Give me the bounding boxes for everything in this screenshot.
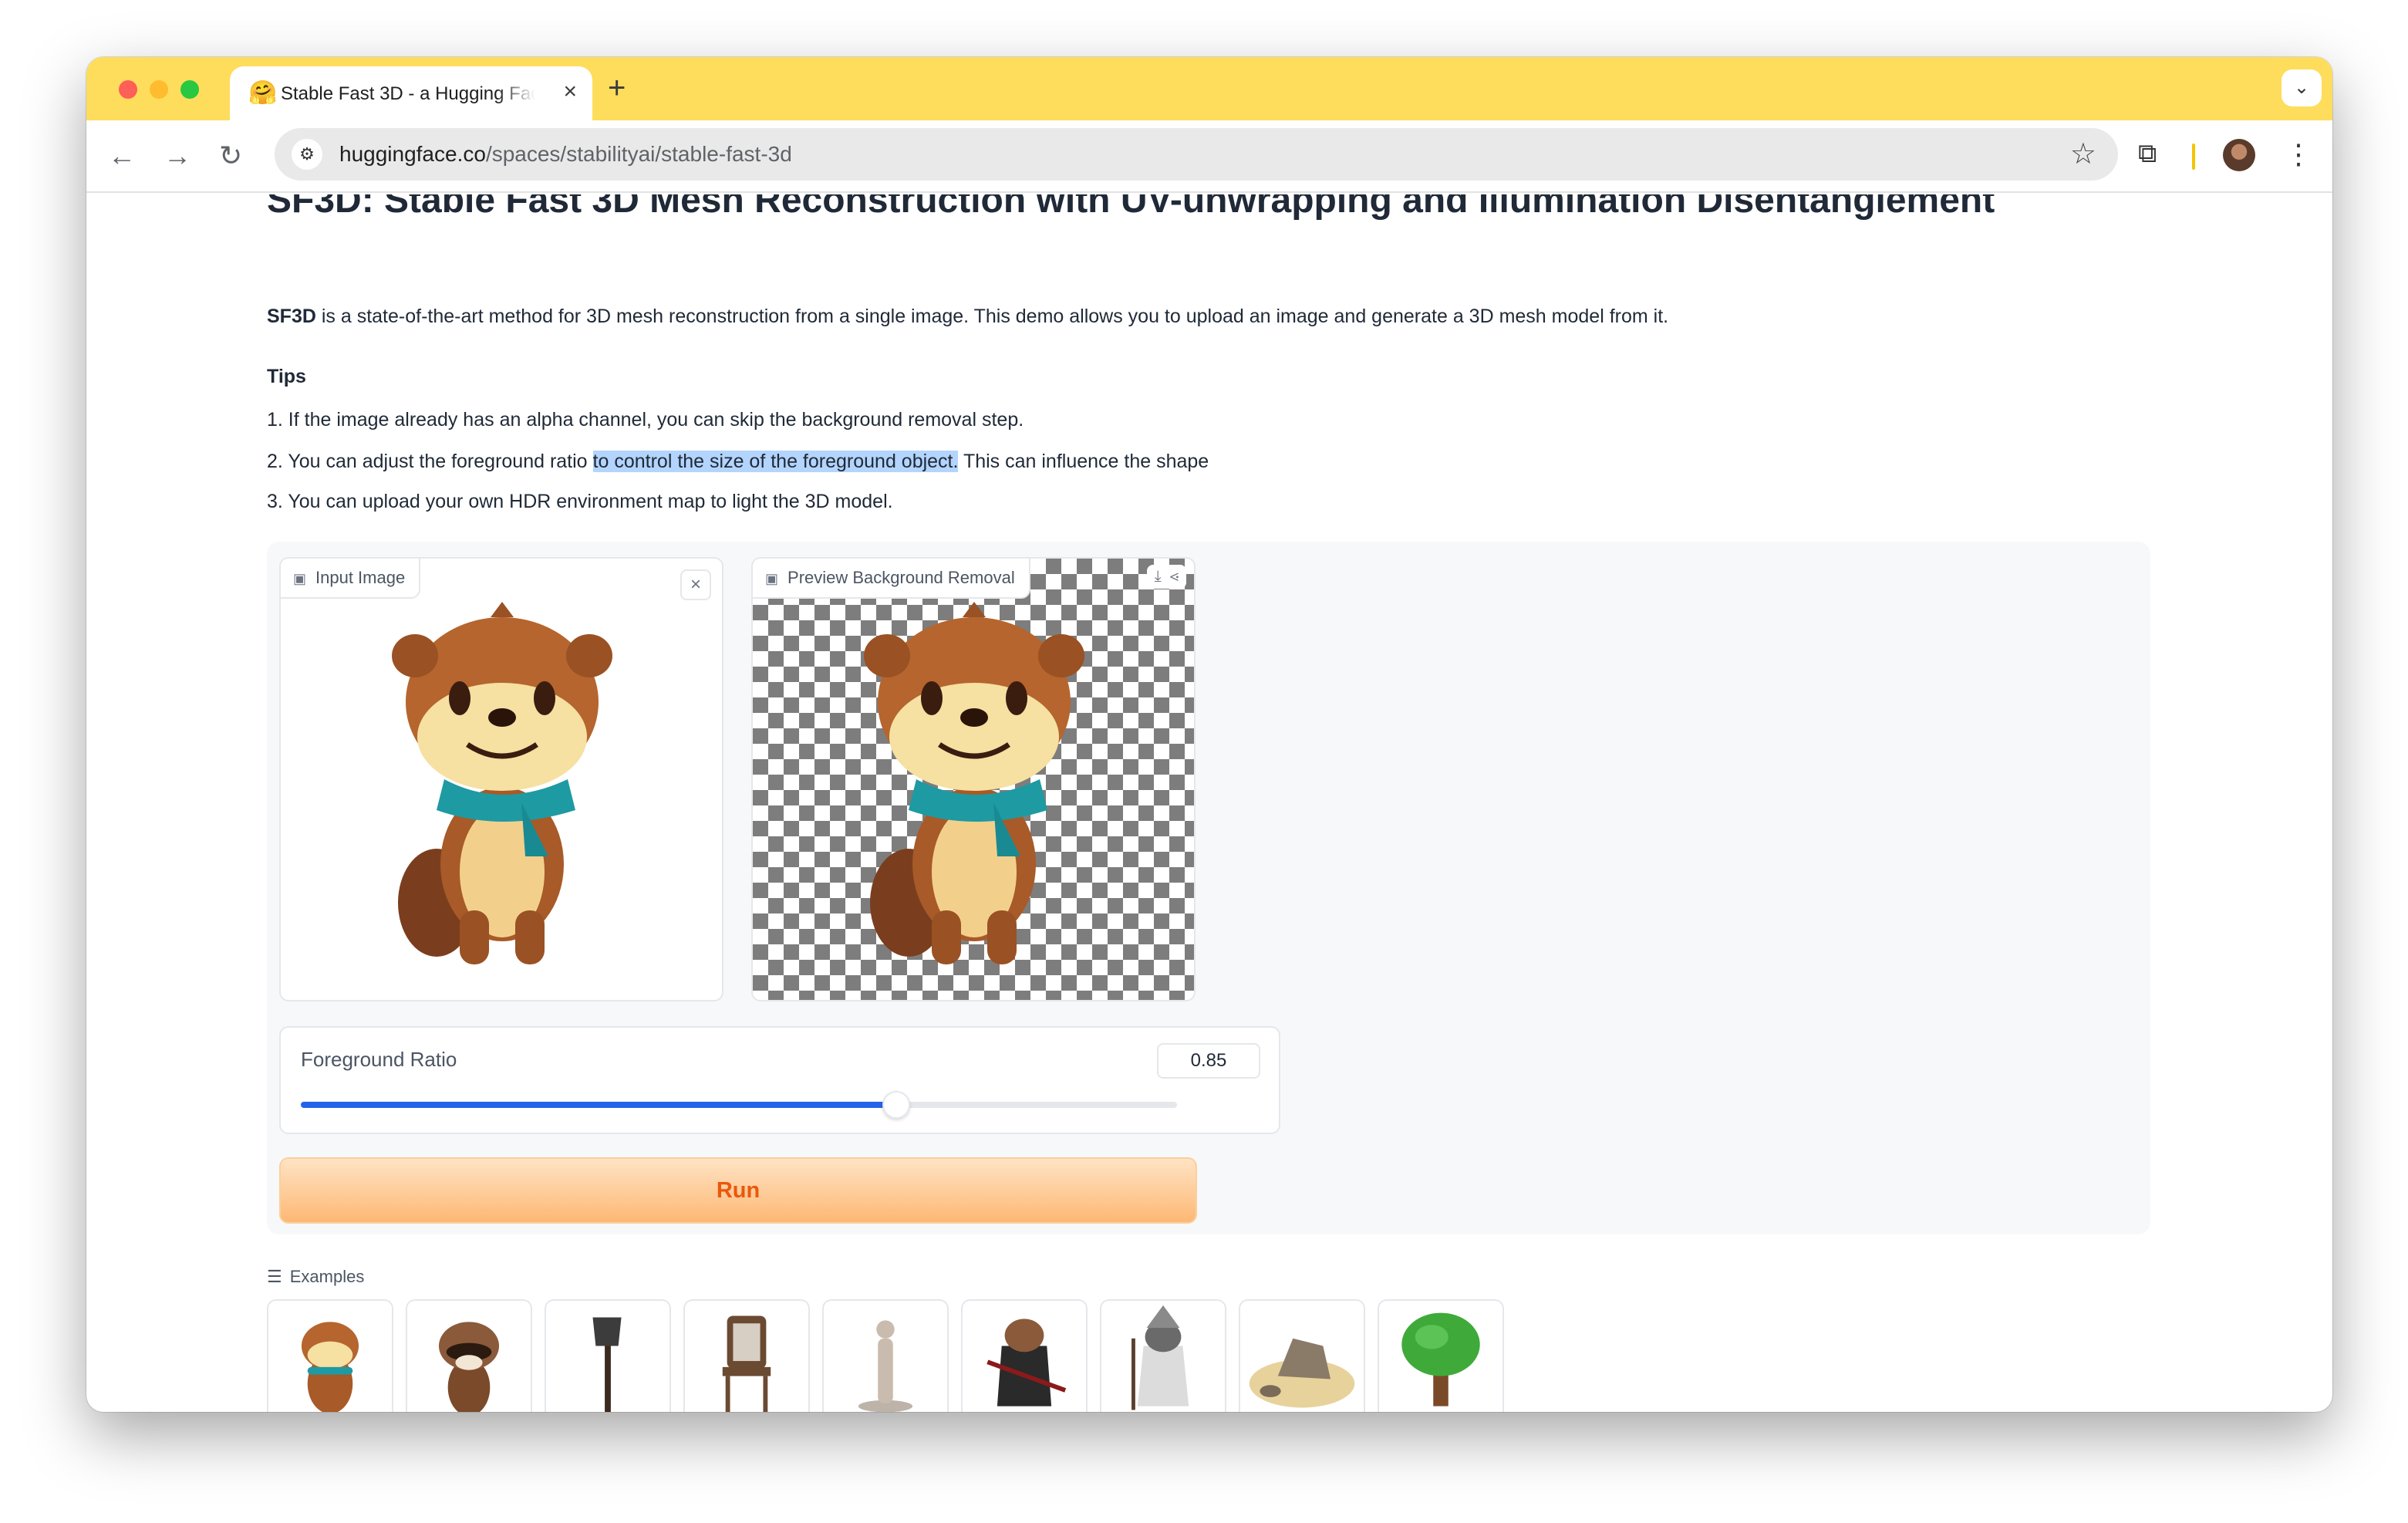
hugging-face-favicon-icon: 🤗: [248, 80, 278, 106]
address-bar[interactable]: ⚙ huggingface.co/spaces/stabilityai/stab…: [275, 128, 2118, 181]
browser-toolbar: ← → ↻ ⚙ huggingface.co/spaces/stabilitya…: [86, 120, 2332, 193]
tab-search-chevron-icon[interactable]: ⌄: [2282, 69, 2322, 106]
example-wizard-raccoon-image: [1131, 1305, 1189, 1410]
example-thumb[interactable]: [961, 1299, 1088, 1412]
extensions-puzzle-icon[interactable]: ⧉: [2138, 139, 2157, 169]
share-icon[interactable]: ⋖: [1170, 568, 1179, 585]
minimize-window-button[interactable]: [150, 80, 168, 99]
input-image-label-text: Input Image: [315, 568, 406, 587]
input-image-box[interactable]: ▣ Input Image ×: [279, 557, 723, 1001]
example-thumb[interactable]: [1239, 1299, 1365, 1412]
intro-text: SF3D is a state-of-the-art method for 3D…: [267, 306, 1668, 328]
example-thumb[interactable]: [1100, 1299, 1226, 1412]
tab-close-icon[interactable]: ×: [563, 80, 577, 103]
clear-image-close-icon[interactable]: ×: [680, 569, 711, 600]
intro-rest: is a state-of-the-art method for 3D mesh…: [315, 306, 1669, 327]
example-thumb[interactable]: [406, 1299, 532, 1412]
url-text: huggingface.co/spaces/stabilityai/stable…: [339, 142, 792, 167]
foreground-ratio-label: Foreground Ratio: [301, 1048, 457, 1071]
page-heading: SF3D: Stable Fast 3D Mesh Reconstruction…: [267, 194, 1995, 221]
example-thumb[interactable]: [1378, 1299, 1504, 1412]
otter-image: [392, 602, 612, 964]
otter-preview-image: [864, 602, 1084, 964]
forward-arrow-icon[interactable]: →: [164, 137, 191, 174]
example-thumb[interactable]: [822, 1299, 949, 1412]
example-samurai-otter-image: [986, 1319, 1067, 1406]
preview-background-removal-box: ▣ Preview Background Removal ⤓ ⋖: [751, 557, 1196, 1001]
examples-label-text: Examples: [289, 1267, 365, 1286]
example-thumb[interactable]: [545, 1299, 671, 1412]
example-thumb[interactable]: [267, 1299, 393, 1412]
slider-fill: [301, 1102, 897, 1108]
preview-label-text: Preview Background Removal: [787, 568, 1015, 587]
tip-2-pre: 2. You can adjust the foreground ratio: [267, 451, 593, 472]
example-tree-image: [1401, 1312, 1480, 1406]
preview-actions: ⤓ ⋖: [1146, 565, 1186, 589]
tip-2-selection: to control the size of the foreground ob…: [592, 451, 959, 472]
page-content: SF3D: Stable Fast 3D Mesh Reconstruction…: [86, 194, 2332, 1412]
tip-1: 1. If the image already has an alpha cha…: [267, 409, 1024, 431]
title-bar: 🤗 Stable Fast 3D - a Hugging Face Space …: [86, 57, 2332, 120]
new-tab-button[interactable]: +: [608, 73, 626, 103]
foreground-ratio-control: Foreground Ratio 0.85: [279, 1026, 1280, 1134]
example-statue-image: [858, 1320, 913, 1412]
tip-2: 2. You can adjust the foreground ratio t…: [267, 451, 1209, 473]
preview-label: ▣ Preview Background Removal: [753, 559, 1030, 599]
url-path: /spaces/stabilityai/stable-fast-3d: [485, 142, 792, 166]
examples-label: ☰ Examples: [267, 1267, 364, 1287]
input-image-label: ▣ Input Image: [281, 559, 421, 599]
maximize-window-button[interactable]: [180, 80, 199, 99]
toolbar-separator: [2192, 144, 2195, 170]
example-axe-image: [592, 1317, 622, 1412]
intro-bold: SF3D: [267, 306, 316, 327]
example-rocks-image: [1249, 1338, 1355, 1408]
browser-menu-icon[interactable]: ⋮: [2285, 136, 2312, 173]
url-domain: huggingface.co: [339, 142, 486, 166]
bookmark-star-icon[interactable]: ☆: [2070, 137, 2096, 171]
tip-3: 3. You can upload your own HDR environme…: [267, 491, 893, 512]
example-raccoon-image: [438, 1322, 500, 1412]
tips-title: Tips: [267, 366, 306, 387]
example-thumb[interactable]: [683, 1299, 810, 1412]
tab-title: Stable Fast 3D - a Hugging Face Space by…: [281, 83, 535, 104]
list-icon: ☰: [267, 1267, 282, 1286]
example-otter-image: [301, 1322, 359, 1412]
slider-thumb[interactable]: [882, 1091, 911, 1119]
foreground-ratio-input[interactable]: 0.85: [1157, 1043, 1260, 1079]
reload-icon[interactable]: ↻: [219, 137, 242, 174]
run-button[interactable]: Run: [279, 1157, 1197, 1224]
close-window-button[interactable]: [119, 80, 137, 99]
tip-2-post: This can influence the shape: [958, 451, 1209, 472]
example-chair-image: [722, 1315, 771, 1412]
foreground-ratio-slider[interactable]: [301, 1091, 1177, 1119]
browser-tab[interactable]: 🤗 Stable Fast 3D - a Hugging Face Space …: [230, 66, 592, 120]
profile-avatar[interactable]: [2223, 139, 2255, 171]
image-icon: ▣: [765, 571, 779, 586]
download-icon[interactable]: ⤓: [1155, 568, 1162, 585]
site-settings-icon[interactable]: ⚙: [292, 139, 322, 170]
image-icon: ▣: [293, 571, 307, 586]
browser-window: 🤗 Stable Fast 3D - a Hugging Face Space …: [86, 57, 2332, 1412]
back-arrow-icon[interactable]: ←: [108, 137, 136, 174]
